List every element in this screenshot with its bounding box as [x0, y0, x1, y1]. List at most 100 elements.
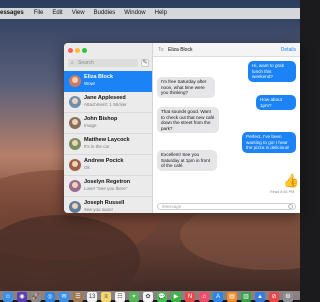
- search-input[interactable]: ⌕ Search: [68, 59, 138, 67]
- contacts-icon-glyph: ☰: [75, 294, 81, 300]
- launchpad-icon[interactable]: 🚀: [31, 292, 41, 302]
- minimize-window-button[interactable]: [75, 48, 80, 53]
- calendar-icon[interactable]: 13: [87, 292, 97, 302]
- compose-icon: ✎: [142, 60, 148, 66]
- appstore-icon[interactable]: A: [213, 292, 223, 302]
- reminders-icon-glyph: ☷: [117, 294, 123, 300]
- conversation-preview: Attachment: 1 Sticker: [84, 102, 127, 107]
- calendar-icon-glyph: 13: [88, 294, 96, 300]
- conversation-name: John Bishop: [84, 116, 118, 122]
- thumbs-up-icon: 👍: [283, 173, 300, 188]
- conversation-preview: Love! "See you there": [84, 186, 128, 191]
- search-placeholder: Search: [78, 60, 94, 66]
- conversation-item[interactable]: Joselyn Regetron Love! "See you there": [64, 176, 152, 197]
- messages-icon[interactable]: 💬: [157, 292, 167, 302]
- conversation-name: Andrew Pocick: [84, 158, 124, 164]
- avatar: [69, 96, 81, 108]
- menu-window[interactable]: Window: [124, 8, 145, 19]
- safari-icon-glyph: ◎: [47, 294, 53, 300]
- chat-header: To: Eliza Block Details: [153, 43, 300, 57]
- avatar: [69, 138, 81, 150]
- numbers-icon[interactable]: ▥: [241, 292, 251, 302]
- keynote-icon[interactable]: ▲: [255, 292, 265, 302]
- menu-help[interactable]: Help: [155, 8, 167, 19]
- siri-icon[interactable]: ◉: [17, 292, 27, 302]
- message-bubble-received: Excellent! See you Saturday at 1pm in fr…: [157, 150, 217, 171]
- conversation-name: Joseph Russell: [84, 200, 125, 206]
- maps-icon-glyph: ⌖: [132, 294, 136, 300]
- photos-icon-glyph: ✿: [145, 294, 151, 300]
- system-preferences-icon[interactable]: ⚙: [283, 292, 293, 302]
- news-icon-glyph: N: [187, 294, 193, 300]
- contacts-icon[interactable]: ☰: [73, 292, 83, 302]
- close-window-button[interactable]: [68, 48, 73, 53]
- avatar: [69, 201, 81, 213]
- maps-icon[interactable]: ⌖: [129, 292, 139, 302]
- zoom-window-button[interactable]: [82, 48, 87, 53]
- conversation-name: Joselyn Regetron: [84, 179, 131, 185]
- message-bubble-received: I'm free Saturday after noon, what time …: [157, 77, 215, 98]
- keynote-icon-glyph: ▲: [257, 294, 263, 300]
- launchpad-icon-glyph: 🚀: [32, 294, 40, 300]
- message-bubble-sent: Hi, want to grab lunch this weekend?: [248, 61, 296, 82]
- to-label: To:: [158, 47, 165, 53]
- chat-pane: To: Eliza Block Details Hi, want to grab…: [153, 43, 300, 213]
- message-input-placeholder: iMessage: [162, 204, 182, 209]
- music-icon[interactable]: ♫: [199, 292, 209, 302]
- menu-buddies[interactable]: Buddies: [94, 8, 116, 19]
- system-preferences-icon-glyph: ⚙: [285, 294, 291, 300]
- menu-file[interactable]: File: [34, 8, 44, 19]
- avatar: [69, 159, 81, 171]
- books-icon[interactable]: ▤: [227, 292, 237, 302]
- mail-icon-glyph: ✉: [61, 294, 67, 300]
- menu-bar: essages File Edit View Buddies Window He…: [0, 8, 300, 19]
- music-icon-glyph: ♫: [201, 294, 207, 300]
- reminders-icon[interactable]: ☷: [115, 292, 125, 302]
- menu-app-name[interactable]: essages: [0, 8, 24, 19]
- avatar: [69, 180, 81, 192]
- message-bubble-sent: How about 1pm?: [256, 95, 296, 111]
- search-icon: ⌕: [71, 60, 74, 66]
- finder-icon[interactable]: ☺: [3, 292, 13, 302]
- conversation-preview: Ok: [84, 165, 90, 170]
- avatar: [69, 117, 81, 129]
- notes-icon-glyph: ≡: [104, 294, 108, 300]
- photos-icon[interactable]: ✿: [143, 292, 153, 302]
- message-bubble-sent: Perfect, I've been wanting to go! I hear…: [242, 132, 296, 153]
- news-app-icon[interactable]: ⊘: [269, 292, 279, 302]
- appstore-icon-glyph: A: [215, 294, 220, 300]
- menu-view[interactable]: View: [72, 8, 85, 19]
- message-input[interactable]: iMessage: [157, 203, 296, 210]
- conversation-name: Jane Appleseed: [84, 95, 126, 101]
- news-icon[interactable]: N: [185, 292, 195, 302]
- notes-icon[interactable]: ≡: [101, 292, 111, 302]
- messages-icon-glyph: 💬: [158, 294, 166, 300]
- conversation-item[interactable]: Andrew Pocick Ok: [64, 155, 152, 176]
- siri-icon-glyph: ◉: [19, 294, 25, 300]
- conversation-preview: Wow!: [84, 81, 96, 86]
- read-receipt: Read 5:45 PM: [270, 190, 295, 194]
- recipient-name[interactable]: Eliza Block: [168, 47, 192, 53]
- compose-button[interactable]: ✎: [141, 59, 149, 67]
- conversation-preview: See you soon!: [84, 207, 113, 212]
- conversation-item[interactable]: Jane Appleseed Attachment: 1 Sticker: [64, 92, 152, 113]
- message-bubble-received: That sounds good. Want to check out that…: [157, 107, 219, 134]
- conversation-item[interactable]: John Bishop Image: [64, 113, 152, 134]
- safari-icon[interactable]: ◎: [45, 292, 55, 302]
- news-app-icon-glyph: ⊘: [271, 294, 277, 300]
- messages-window: ⌕ Search ✎ Eliza Block Wow! Jane Applese…: [64, 43, 300, 213]
- mail-icon[interactable]: ✉: [59, 292, 69, 302]
- books-icon-glyph: ▤: [229, 294, 235, 300]
- facetime-icon-glyph: ▶: [173, 294, 179, 300]
- conversation-item[interactable]: Matthew Laycock It's in the car: [64, 134, 152, 155]
- emoji-picker-icon[interactable]: [288, 204, 293, 209]
- conversation-name: Matthew Laycock: [84, 137, 130, 143]
- menu-edit[interactable]: Edit: [52, 8, 62, 19]
- conversation-preview: It's in the car: [84, 144, 110, 149]
- conversation-sidebar: ⌕ Search ✎ Eliza Block Wow! Jane Applese…: [64, 43, 153, 213]
- details-button[interactable]: Details: [281, 47, 296, 53]
- conversation-item[interactable]: Eliza Block Wow!: [64, 71, 152, 92]
- facetime-icon[interactable]: ▶: [171, 292, 181, 302]
- conversation-item[interactable]: Joseph Russell See you soon!: [64, 197, 152, 213]
- avatar: [69, 75, 81, 87]
